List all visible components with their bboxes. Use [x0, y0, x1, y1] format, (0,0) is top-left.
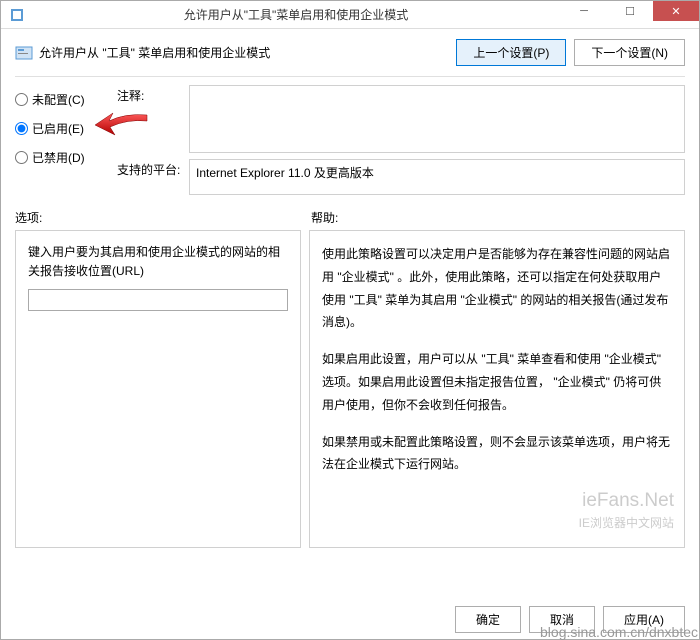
radio-not-configured-input[interactable]	[15, 93, 28, 106]
maximize-button[interactable]: ☐	[607, 1, 653, 21]
url-option-label: 键入用户要为其启用和使用企业模式的网站的相关报告接收位置(URL)	[28, 243, 288, 281]
radio-enabled-input[interactable]	[15, 122, 28, 135]
comment-label: 注释:	[117, 85, 189, 153]
help-paragraph: 如果启用此设置，用户可以从 "工具" 菜单查看和使用 "企业模式" 选项。如果启…	[322, 348, 672, 416]
titlebar: 允许用户从"工具"菜单启用和使用企业模式 ─ ☐ ✕	[1, 1, 699, 29]
help-pane: 使用此策略设置可以决定用户是否能够为存在兼容性问题的网站启用 "企业模式" 。此…	[309, 230, 685, 548]
help-paragraph: 如果禁用或未配置此策略设置，则不会显示该菜单选项，用户将无法在企业模式下运行网站…	[322, 431, 672, 477]
platform-label: 支持的平台:	[117, 159, 189, 195]
radio-not-configured-label: 未配置(C)	[32, 91, 85, 108]
header-label: 允许用户从 "工具" 菜单启用和使用企业模式	[39, 44, 456, 61]
comment-textarea[interactable]	[189, 85, 685, 153]
config-area: 未配置(C) 已启用(E) 已禁用(D) 注释: 支持的平台: Internet…	[1, 85, 699, 201]
radio-enabled[interactable]: 已启用(E)	[15, 120, 107, 137]
options-pane: 键入用户要为其启用和使用企业模式的网站的相关报告接收位置(URL)	[15, 230, 301, 548]
section-labels: 选项: 帮助:	[1, 201, 699, 230]
main-panes: 键入用户要为其启用和使用企业模式的网站的相关报告接收位置(URL) 使用此策略设…	[1, 230, 699, 558]
blog-watermark: blog.sina.com.cn/dnxbtec	[540, 624, 698, 640]
watermark: IE浏览器中文网站	[579, 512, 674, 535]
radio-enabled-label: 已启用(E)	[32, 120, 84, 137]
radio-group: 未配置(C) 已启用(E) 已禁用(D)	[15, 85, 107, 201]
policy-dialog: 允许用户从"工具"菜单启用和使用企业模式 ─ ☐ ✕ 允许用户从 "工具" 菜单…	[0, 0, 700, 640]
window-title: 允许用户从"工具"菜单启用和使用企业模式	[31, 6, 561, 23]
prev-setting-button[interactable]: 上一个设置(P)	[456, 39, 566, 66]
platform-box: Internet Explorer 11.0 及更高版本	[189, 159, 685, 195]
help-label: 帮助:	[311, 209, 338, 226]
ok-button[interactable]: 确定	[455, 606, 521, 633]
help-paragraph: 使用此策略设置可以决定用户是否能够为存在兼容性问题的网站启用 "企业模式" 。此…	[322, 243, 672, 334]
radio-disabled[interactable]: 已禁用(D)	[15, 149, 107, 166]
options-label: 选项:	[15, 209, 311, 226]
url-input[interactable]	[28, 289, 288, 311]
app-icon	[9, 7, 25, 23]
close-button[interactable]: ✕	[653, 1, 699, 21]
header-row: 允许用户从 "工具" 菜单启用和使用企业模式 上一个设置(P) 下一个设置(N)	[1, 29, 699, 74]
policy-icon	[15, 44, 33, 62]
radio-disabled-input[interactable]	[15, 151, 28, 164]
window-controls: ─ ☐ ✕	[561, 1, 699, 28]
radio-not-configured[interactable]: 未配置(C)	[15, 91, 107, 108]
minimize-button[interactable]: ─	[561, 1, 607, 21]
radio-disabled-label: 已禁用(D)	[32, 149, 85, 166]
next-setting-button[interactable]: 下一个设置(N)	[574, 39, 685, 66]
